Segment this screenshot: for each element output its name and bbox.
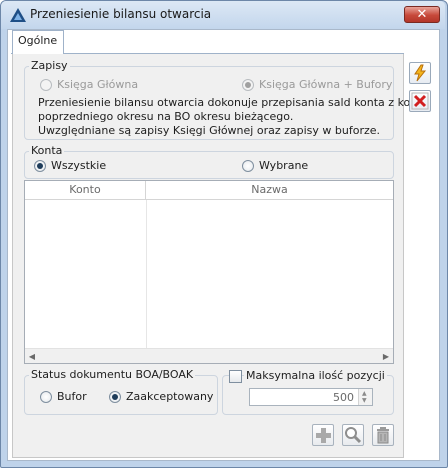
scroll-left-icon[interactable]: ◀ <box>25 349 39 364</box>
spinner-buttons[interactable]: ▲ ▼ <box>358 389 372 405</box>
status-group-title: Status dokumentu BOA/BOAK <box>29 368 196 381</box>
delete-button[interactable] <box>372 424 394 446</box>
max-items-label: Maksymalna ilość pozycji <box>244 369 387 382</box>
radio-selected-dot <box>37 163 43 169</box>
magnifier-icon <box>345 427 362 444</box>
description-line-1: Przeniesienie bilansu otwarcia dokonuje … <box>38 96 431 109</box>
tab-ogolne[interactable]: Ogólne <box>12 30 64 54</box>
plus-icon <box>316 428 331 443</box>
radio-ksiega-glowna[interactable] <box>40 79 52 91</box>
radio-wszystkie[interactable] <box>34 160 46 172</box>
radio-ksiega-glowna-bufory-label: Księga Główna + Bufory <box>259 78 393 91</box>
description-line-2: poprzedniego okresu na BO okresu bieżące… <box>38 110 294 123</box>
radio-selected-dot <box>245 82 251 88</box>
horizontal-scrollbar[interactable]: ◀ ▶ <box>25 348 393 363</box>
column-header-nazwa[interactable]: Nazwa <box>146 181 393 200</box>
description-line-3: Uwzględniane są zapisy Księgi Głównej or… <box>38 124 381 137</box>
cancel-button[interactable] <box>409 90 431 112</box>
radio-wybrane[interactable] <box>242 160 254 172</box>
max-items-value[interactable]: 500 <box>333 391 354 404</box>
window-title: Przeniesienie bilansu otwarcia <box>30 7 212 21</box>
zapisy-group-title: Zapisy <box>29 59 70 72</box>
radio-zaakceptowany[interactable] <box>109 391 121 403</box>
trash-icon <box>377 427 389 444</box>
konta-group-title: Konta <box>29 144 65 157</box>
radio-wszystkie-label: Wszystkie <box>51 159 107 172</box>
column-header-konto[interactable]: Konto <box>25 181 146 200</box>
radio-ksiega-glowna-label: Księga Główna <box>57 78 139 91</box>
spin-down-icon[interactable]: ▼ <box>362 397 367 404</box>
lightning-icon <box>414 64 427 82</box>
max-items-spinner[interactable]: 500 ▲ ▼ <box>249 388 373 406</box>
scroll-right-icon[interactable]: ▶ <box>379 349 393 364</box>
radio-selected-dot <box>112 394 118 400</box>
radio-zaakceptowany-label: Zaakceptowany <box>126 390 214 403</box>
close-button[interactable]: ✕ <box>404 6 440 23</box>
app-logo-icon <box>10 8 26 22</box>
cross-icon <box>411 92 429 110</box>
execute-button[interactable] <box>409 62 431 84</box>
max-items-checkbox[interactable] <box>229 370 242 383</box>
accounts-grid[interactable]: Konto Nazwa ◀ ▶ <box>24 180 394 364</box>
radio-bufor-label: Bufor <box>57 390 87 403</box>
radio-ksiega-glowna-bufory[interactable] <box>242 79 254 91</box>
radio-wybrane-label: Wybrane <box>259 159 309 172</box>
spin-up-icon[interactable]: ▲ <box>362 390 367 397</box>
search-button[interactable] <box>342 424 364 446</box>
add-button[interactable] <box>312 424 334 446</box>
radio-bufor[interactable] <box>40 391 52 403</box>
column-separator <box>146 200 147 350</box>
